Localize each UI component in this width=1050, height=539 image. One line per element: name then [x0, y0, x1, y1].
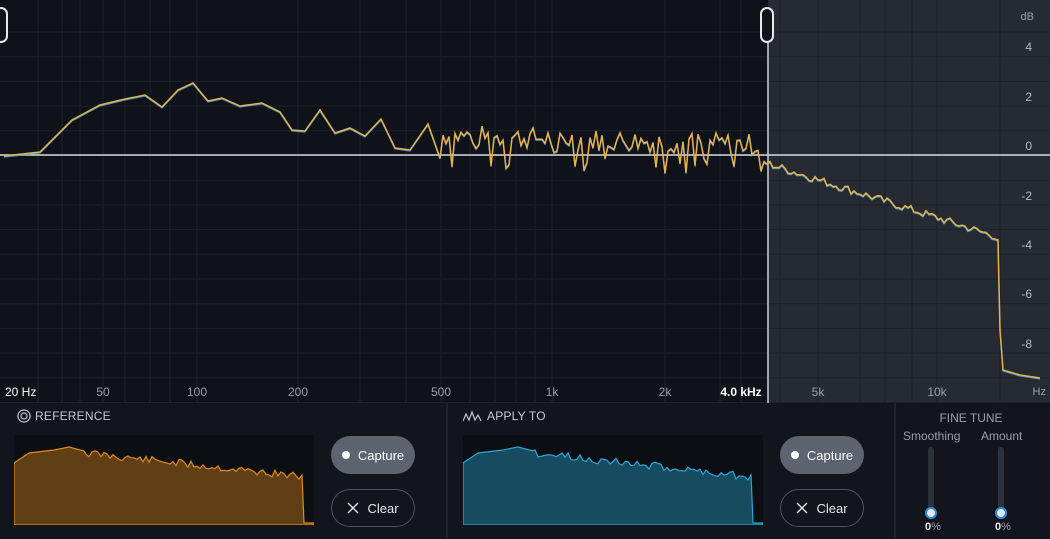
freq-label-20hz: 20 Hz	[5, 385, 37, 399]
freq-label-100: 100	[186, 385, 208, 399]
amount-label: Amount	[981, 429, 1023, 443]
reference-clear-button[interactable]: Clear	[331, 489, 415, 527]
close-icon	[347, 502, 359, 514]
amount-value: 0%	[995, 521, 1011, 533]
capture-label: Capture	[357, 447, 405, 463]
capture-label: Capture	[806, 447, 854, 463]
reference-spectrum-area	[13, 446, 315, 526]
amount-slider-knob[interactable]	[995, 507, 1007, 519]
record-dot-icon	[341, 451, 350, 459]
clear-label: Clear	[367, 500, 399, 516]
waveform-icon	[463, 410, 482, 422]
fine-tune-title: FINE TUNE	[939, 411, 1003, 425]
db-tick-label: 2	[1025, 90, 1032, 104]
clear-label: Clear	[816, 500, 848, 516]
db-tick-label: 4	[1025, 40, 1032, 54]
db-tick-label: 0	[1025, 139, 1032, 153]
db-tick-label: -2	[1021, 189, 1032, 203]
apply-to-clear-button[interactable]: Clear	[780, 489, 864, 527]
freq-label-10k: 10k	[927, 385, 947, 399]
db-tick-label: -6	[1021, 287, 1032, 301]
amount-slider[interactable]	[995, 447, 1007, 519]
smoothing-value: 0%	[925, 521, 941, 533]
apply-to-panel: APPLY TO Capture Clear	[448, 403, 894, 539]
high-band-shade	[768, 0, 1050, 403]
freq-label-1k: 1k	[545, 385, 559, 399]
record-dot-icon	[790, 451, 799, 459]
apply-to-spectrum-area	[462, 446, 764, 526]
frequency-response-plot	[0, 0, 1050, 403]
reference-spectrum	[13, 435, 315, 526]
reference-title: REFERENCE	[17, 409, 111, 423]
apply-to-capture-button[interactable]: Capture	[780, 436, 864, 474]
apply-to-spectrum	[462, 435, 764, 526]
fine-tune-panel: FINE TUNE Smoothing 0% Amount 0%	[896, 403, 1050, 539]
close-icon	[796, 502, 808, 514]
freq-label-500: 500	[430, 385, 452, 399]
reference-capture-button[interactable]: Capture	[331, 436, 415, 474]
hz-unit-label: Hz	[1032, 386, 1046, 398]
smoothing-slider-knob[interactable]	[925, 507, 937, 519]
smoothing-slider[interactable]	[925, 447, 937, 519]
target-icon	[17, 409, 31, 423]
freq-label-50: 50	[96, 385, 110, 399]
apply-to-title-text: APPLY TO	[487, 409, 546, 423]
db-unit-label: dB	[1020, 11, 1034, 23]
eq-match-graph[interactable]: dB 4 2 0 -2 -4 -6 -8 20 Hz 50 100 200 50…	[0, 0, 1050, 403]
freq-label-5k: 5k	[811, 385, 825, 399]
freq-label-2k: 2k	[658, 385, 672, 399]
bottom-panel: REFERENCE Capture Clear APPLY TO Capture…	[0, 403, 1050, 539]
reference-panel: REFERENCE Capture Clear	[0, 403, 446, 539]
crossover-frequency-label: 4.0 kHz	[720, 385, 762, 399]
apply-to-title: APPLY TO	[463, 409, 546, 423]
db-tick-label: -8	[1021, 337, 1032, 351]
smoothing-label: Smoothing	[903, 429, 961, 443]
freq-label-200: 200	[287, 385, 309, 399]
db-tick-label: -4	[1021, 238, 1032, 252]
low-range-handle[interactable]	[0, 7, 8, 43]
reference-title-text: REFERENCE	[35, 409, 111, 423]
crossover-handle[interactable]	[760, 7, 774, 43]
